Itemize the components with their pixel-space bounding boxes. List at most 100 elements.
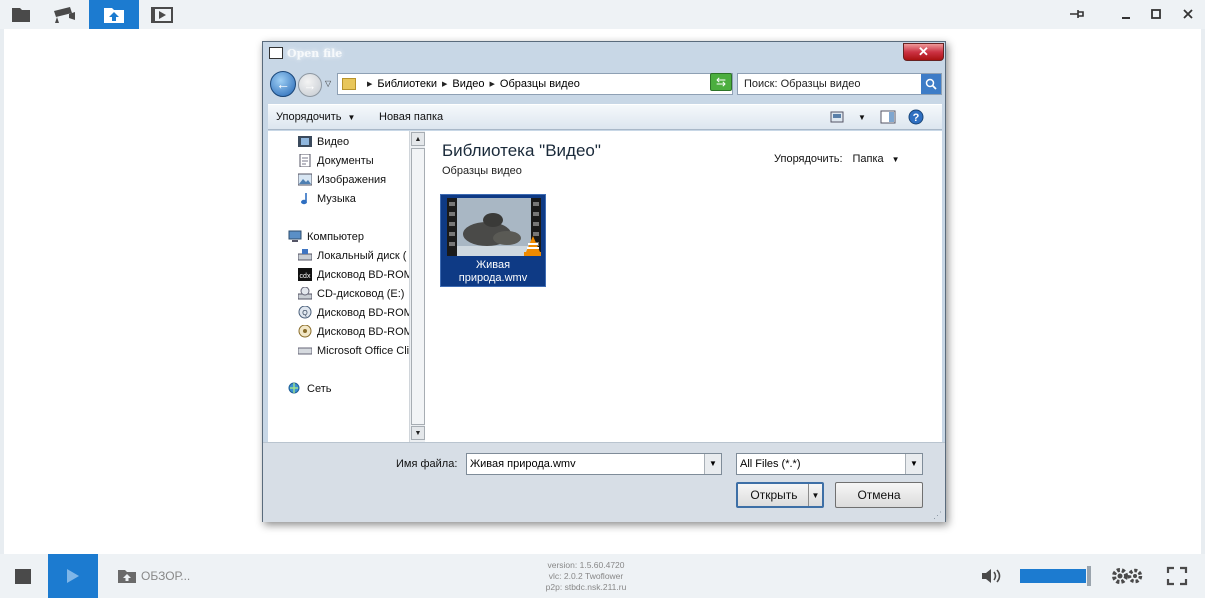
stop-button[interactable] xyxy=(15,569,31,584)
nav-scrollbar[interactable]: ▲ ▼ xyxy=(409,131,426,442)
bd-rom-icon: cdx xyxy=(298,268,312,281)
address-bar[interactable]: ▶Библиотеки ▶Видео ▶Образцы видео ▼ xyxy=(337,73,762,95)
vlc-cone-icon xyxy=(524,236,541,256)
pin-icon[interactable] xyxy=(1067,5,1087,23)
nav-item-music[interactable]: Музыка xyxy=(298,192,356,205)
nav-item-computer[interactable]: Компьютер xyxy=(288,230,364,243)
tab-channels[interactable] xyxy=(0,0,42,29)
help-icon[interactable]: ? xyxy=(908,109,924,128)
arrange-dropdown[interactable]: Папка ▼ xyxy=(853,153,900,165)
breadcrumb-libraries[interactable]: Библиотеки xyxy=(377,78,437,90)
chevron-down-icon[interactable]: ▼ xyxy=(905,454,922,474)
open-button[interactable]: Открыть ▼ xyxy=(736,482,824,508)
nav-item-label: Локальный диск ( xyxy=(317,249,407,262)
nav-item-drive-4[interactable]: Q Дисковод BD-ROM xyxy=(298,306,413,319)
nav-item-label: Дисковод BD-ROM xyxy=(317,268,413,281)
nav-item-video[interactable]: Видео xyxy=(298,135,349,148)
camera-icon xyxy=(54,6,75,23)
volume-slider-handle[interactable] xyxy=(1087,566,1091,586)
scroll-thumb[interactable] xyxy=(411,148,425,425)
folder-upload-icon xyxy=(104,7,124,23)
new-folder-button[interactable]: Новая папка xyxy=(379,111,443,123)
tab-cameras[interactable] xyxy=(44,0,86,29)
open-split-dropdown-icon[interactable]: ▼ xyxy=(808,484,822,506)
settings-icon[interactable] xyxy=(1110,566,1144,586)
chevron-down-icon: ▼ xyxy=(347,113,356,122)
hard-disk-icon xyxy=(298,249,312,261)
browse-button[interactable]: ОБЗОР... xyxy=(117,568,190,584)
organize-label: Упорядочить xyxy=(276,111,342,123)
minimize-icon[interactable] xyxy=(1116,5,1136,23)
play-button[interactable] xyxy=(48,554,98,598)
scroll-down-icon[interactable]: ▼ xyxy=(411,426,425,440)
file-name-line-1: Живая xyxy=(475,259,511,271)
nav-item-documents[interactable]: Документы xyxy=(298,154,374,167)
filename-input[interactable]: Живая природа.wmv ▼ xyxy=(466,453,722,475)
nav-item-drive-3[interactable]: CD-дисковод (E:) xyxy=(298,287,404,300)
images-icon xyxy=(298,173,312,186)
nav-item-drive-6[interactable]: Microsoft Office Cli xyxy=(298,344,409,357)
nav-item-drive-1[interactable]: Локальный диск ( xyxy=(298,249,406,262)
dialog-titlebar[interactable]: Open file ✕ xyxy=(263,42,945,66)
nav-item-drive-5[interactable]: Дисковод BD-ROM xyxy=(298,325,413,338)
nav-item-network[interactable]: Сеть xyxy=(288,382,331,395)
forward-button[interactable]: → xyxy=(298,73,322,97)
video-thumbnail xyxy=(447,198,541,256)
tab-video[interactable] xyxy=(141,0,183,29)
navigation-pane: Видео Документы Изображения Музыка Компь… xyxy=(268,131,426,442)
organize-menu[interactable]: Упорядочить ▼ xyxy=(276,111,355,123)
app-icon xyxy=(269,47,283,59)
preview-pane-icon[interactable] xyxy=(880,110,896,127)
fullscreen-icon[interactable] xyxy=(1166,566,1188,586)
svg-text:Q: Q xyxy=(302,310,308,317)
dialog-toolbar: Упорядочить ▼ Новая папка ▼ ? xyxy=(268,104,942,130)
filename-label: Имя файла: xyxy=(396,458,458,470)
tab-open-file[interactable] xyxy=(89,0,139,29)
version-text: version: 1.5.60.4720 xyxy=(547,560,625,570)
volume-slider-fill[interactable] xyxy=(1020,569,1086,583)
nav-item-label: Сеть xyxy=(307,382,332,395)
file-type-value: All Files (*.*) xyxy=(740,458,801,470)
chevron-down-icon[interactable]: ▼ xyxy=(704,454,721,474)
nav-item-label: Видео xyxy=(317,135,350,148)
folder-upload-icon xyxy=(118,570,136,583)
bd-rom-icon xyxy=(298,325,312,338)
search-icon[interactable] xyxy=(921,74,941,94)
view-mode-icon[interactable] xyxy=(830,110,846,127)
recent-pages-dropdown[interactable]: ▽ xyxy=(325,79,331,88)
nav-item-label: Дисковод BD-ROM xyxy=(317,306,413,319)
folder-icon xyxy=(12,7,30,22)
refresh-button[interactable]: ⇆ xyxy=(710,73,732,91)
cancel-button[interactable]: Отмена xyxy=(835,482,923,508)
dialog-close-button[interactable]: ✕ xyxy=(903,43,944,61)
top-toolbar xyxy=(0,0,1205,29)
file-item[interactable]: Живая природа.wmv xyxy=(440,194,546,287)
view-dropdown-icon[interactable]: ▼ xyxy=(858,111,866,123)
refresh-icon: ⇆ xyxy=(715,75,727,89)
file-name: Живая природа.wmv xyxy=(441,259,545,285)
file-type-select[interactable]: All Files (*.*) ▼ xyxy=(736,453,923,475)
arrange-by: Упорядочить: Папка ▼ xyxy=(774,153,900,165)
open-file-dialog: Open file ✕ ← → ▽ ▶ Библиотеки ▶ Видео ▶ Об… xyxy=(262,41,946,522)
dialog-title: Open file xyxy=(287,47,343,60)
nav-item-label: Компьютер xyxy=(307,230,364,243)
removable-drive-icon xyxy=(298,347,312,355)
cd-drive-icon xyxy=(298,287,312,300)
back-button[interactable]: ← xyxy=(270,71,296,97)
volume-icon[interactable] xyxy=(980,566,1004,586)
file-content-pane: Библиотека "Видео" Образцы видео Упорядо… xyxy=(425,131,942,442)
film-icon xyxy=(151,6,173,23)
nav-item-drive-2[interactable]: cdx Дисковод BD-ROM xyxy=(298,268,413,281)
chevron-right-icon: ▶ xyxy=(442,81,448,88)
close-icon[interactable] xyxy=(1178,5,1198,23)
documents-icon xyxy=(299,154,311,167)
maximize-icon[interactable] xyxy=(1146,5,1166,23)
nav-item-label: CD-дисковод (E:) xyxy=(317,287,405,300)
resize-grip-icon[interactable]: ⋰ xyxy=(933,510,943,520)
breadcrumb-video[interactable]: Видео xyxy=(452,78,484,90)
search-input[interactable]: Поиск: Образцы видео xyxy=(737,73,942,95)
breadcrumb-samples[interactable]: Образцы видео xyxy=(500,78,580,90)
nav-item-images[interactable]: Изображения xyxy=(298,173,386,186)
arrow-left-icon: ← xyxy=(276,76,290,92)
scroll-up-icon[interactable]: ▲ xyxy=(411,132,425,146)
